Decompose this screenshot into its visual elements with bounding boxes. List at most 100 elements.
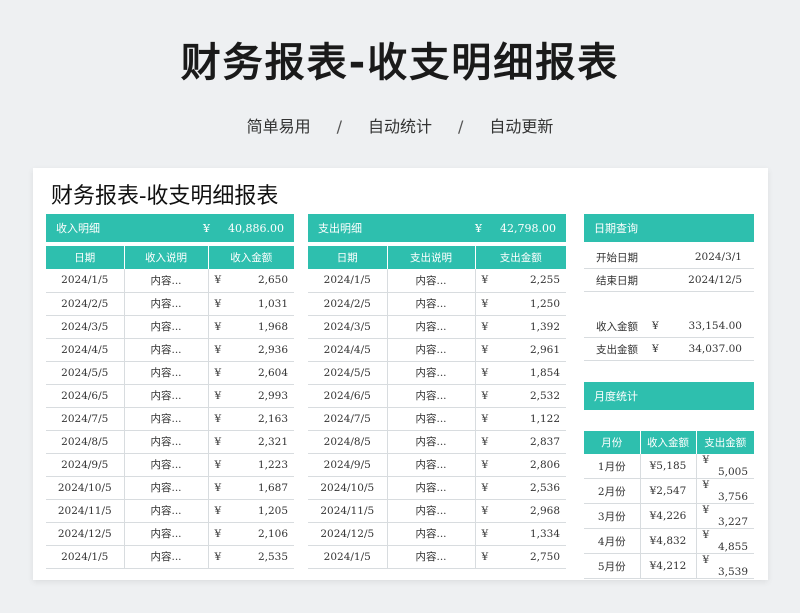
amount-cell[interactable]: ¥2,961: [475, 338, 566, 362]
amount-cell[interactable]: ¥1,854: [475, 361, 566, 385]
date-cell[interactable]: 2024/10/5: [308, 476, 388, 500]
desc-cell[interactable]: 内容...: [387, 361, 476, 385]
expense-cell[interactable]: ¥3,756: [696, 478, 754, 504]
desc-cell[interactable]: 内容...: [387, 476, 476, 500]
month-cell[interactable]: 5月份: [584, 553, 641, 579]
date-cell[interactable]: 2024/1/5: [308, 269, 388, 293]
desc-cell[interactable]: 内容...: [124, 545, 209, 569]
desc-cell[interactable]: 内容...: [124, 430, 209, 454]
desc-cell[interactable]: 内容...: [124, 338, 209, 362]
amount-cell[interactable]: ¥2,604: [208, 361, 294, 385]
amount-cell[interactable]: ¥2,837: [475, 430, 566, 454]
date-cell[interactable]: 2024/8/5: [46, 430, 125, 454]
col-header[interactable]: 日期: [46, 246, 125, 269]
amount-cell[interactable]: ¥1,968: [208, 315, 294, 339]
desc-cell[interactable]: 内容...: [387, 407, 476, 431]
date-cell[interactable]: 2024/12/5: [46, 522, 125, 546]
expense-cell[interactable]: ¥3,227: [696, 503, 754, 529]
expense-cell[interactable]: ¥3,539: [696, 553, 754, 579]
amount-cell[interactable]: ¥2,532: [475, 384, 566, 408]
col-header[interactable]: 日期: [308, 246, 388, 269]
amount-cell[interactable]: ¥2,936: [208, 338, 294, 362]
desc-cell[interactable]: 内容...: [124, 499, 209, 523]
date-cell[interactable]: 2024/1/5: [308, 545, 388, 569]
desc-cell[interactable]: 内容...: [124, 315, 209, 339]
amount-cell[interactable]: ¥1,223: [208, 453, 294, 477]
income-cell[interactable]: ¥2,547: [640, 478, 697, 504]
desc-cell[interactable]: 内容...: [387, 269, 476, 293]
date-cell[interactable]: 2024/3/5: [46, 315, 125, 339]
date-cell[interactable]: 2024/9/5: [308, 453, 388, 477]
amount-cell[interactable]: ¥1,250: [475, 292, 566, 316]
income-cell[interactable]: ¥4,832: [640, 528, 697, 554]
desc-cell[interactable]: 内容...: [387, 338, 476, 362]
desc-cell[interactable]: 内容...: [387, 315, 476, 339]
date-cell[interactable]: 2024/4/5: [46, 338, 125, 362]
expense-cell[interactable]: ¥5,005: [696, 454, 754, 479]
amount-cell[interactable]: ¥1,334: [475, 522, 566, 546]
desc-cell[interactable]: 内容...: [124, 453, 209, 477]
month-cell[interactable]: 3月份: [584, 503, 641, 529]
desc-cell[interactable]: 内容...: [387, 453, 476, 477]
amount-cell[interactable]: ¥1,392: [475, 315, 566, 339]
date-cell[interactable]: 2024/10/5: [46, 476, 125, 500]
desc-cell[interactable]: 内容...: [387, 522, 476, 546]
date-cell[interactable]: 2024/11/5: [308, 499, 388, 523]
amount-cell[interactable]: ¥1,122: [475, 407, 566, 431]
desc-cell[interactable]: 内容...: [124, 292, 209, 316]
desc-cell[interactable]: 内容...: [124, 407, 209, 431]
desc-cell[interactable]: 内容...: [124, 384, 209, 408]
amount-cell[interactable]: ¥1,031: [208, 292, 294, 316]
date-cell[interactable]: 2024/5/5: [46, 361, 125, 385]
desc-cell[interactable]: 内容...: [387, 292, 476, 316]
desc-cell[interactable]: 内容...: [124, 476, 209, 500]
date-cell[interactable]: 2024/11/5: [46, 499, 125, 523]
amount-cell[interactable]: ¥1,687: [208, 476, 294, 500]
col-header[interactable]: 收入说明: [124, 246, 209, 269]
end-date-input[interactable]: 2024/12/5: [648, 274, 742, 286]
date-cell[interactable]: 2024/4/5: [308, 338, 388, 362]
date-cell[interactable]: 2024/2/5: [308, 292, 388, 316]
date-cell[interactable]: 2024/3/5: [308, 315, 388, 339]
desc-cell[interactable]: 内容...: [124, 522, 209, 546]
date-cell[interactable]: 2024/6/5: [46, 384, 125, 408]
date-cell[interactable]: 2024/5/5: [308, 361, 388, 385]
desc-cell[interactable]: 内容...: [387, 384, 476, 408]
date-cell[interactable]: 2024/8/5: [308, 430, 388, 454]
date-cell[interactable]: 2024/7/5: [308, 407, 388, 431]
desc-cell[interactable]: 内容...: [387, 499, 476, 523]
col-header[interactable]: 收入金额: [208, 246, 294, 269]
amount-cell[interactable]: ¥2,536: [475, 476, 566, 500]
month-cell[interactable]: 2月份: [584, 478, 641, 504]
amount-cell[interactable]: ¥2,650: [208, 269, 294, 293]
desc-cell[interactable]: 内容...: [124, 269, 209, 293]
date-cell[interactable]: 2024/7/5: [46, 407, 125, 431]
income-cell[interactable]: ¥4,212: [640, 553, 697, 579]
income-cell[interactable]: ¥4,226: [640, 503, 697, 529]
col-header[interactable]: 月份: [584, 431, 641, 454]
expense-cell[interactable]: ¥4,855: [696, 528, 754, 554]
income-cell[interactable]: ¥5,185: [640, 454, 697, 479]
date-cell[interactable]: 2024/1/5: [46, 269, 125, 293]
date-cell[interactable]: 2024/9/5: [46, 453, 125, 477]
amount-cell[interactable]: ¥1,205: [208, 499, 294, 523]
amount-cell[interactable]: ¥2,321: [208, 430, 294, 454]
amount-cell[interactable]: ¥2,750: [475, 545, 566, 569]
amount-cell[interactable]: ¥2,535: [208, 545, 294, 569]
col-header[interactable]: 收入金额: [640, 431, 697, 454]
date-cell[interactable]: 2024/2/5: [46, 292, 125, 316]
amount-cell[interactable]: ¥2,806: [475, 453, 566, 477]
desc-cell[interactable]: 内容...: [387, 430, 476, 454]
desc-cell[interactable]: 内容...: [124, 361, 209, 385]
date-cell[interactable]: 2024/6/5: [308, 384, 388, 408]
amount-cell[interactable]: ¥2,106: [208, 522, 294, 546]
amount-cell[interactable]: ¥2,968: [475, 499, 566, 523]
date-cell[interactable]: 2024/1/5: [46, 545, 125, 569]
month-cell[interactable]: 1月份: [584, 454, 641, 479]
start-date-input[interactable]: 2024/3/1: [648, 251, 742, 263]
desc-cell[interactable]: 内容...: [387, 545, 476, 569]
date-cell[interactable]: 2024/12/5: [308, 522, 388, 546]
col-header[interactable]: 支出金额: [475, 246, 566, 269]
col-header[interactable]: 支出金额: [696, 431, 754, 454]
amount-cell[interactable]: ¥2,993: [208, 384, 294, 408]
